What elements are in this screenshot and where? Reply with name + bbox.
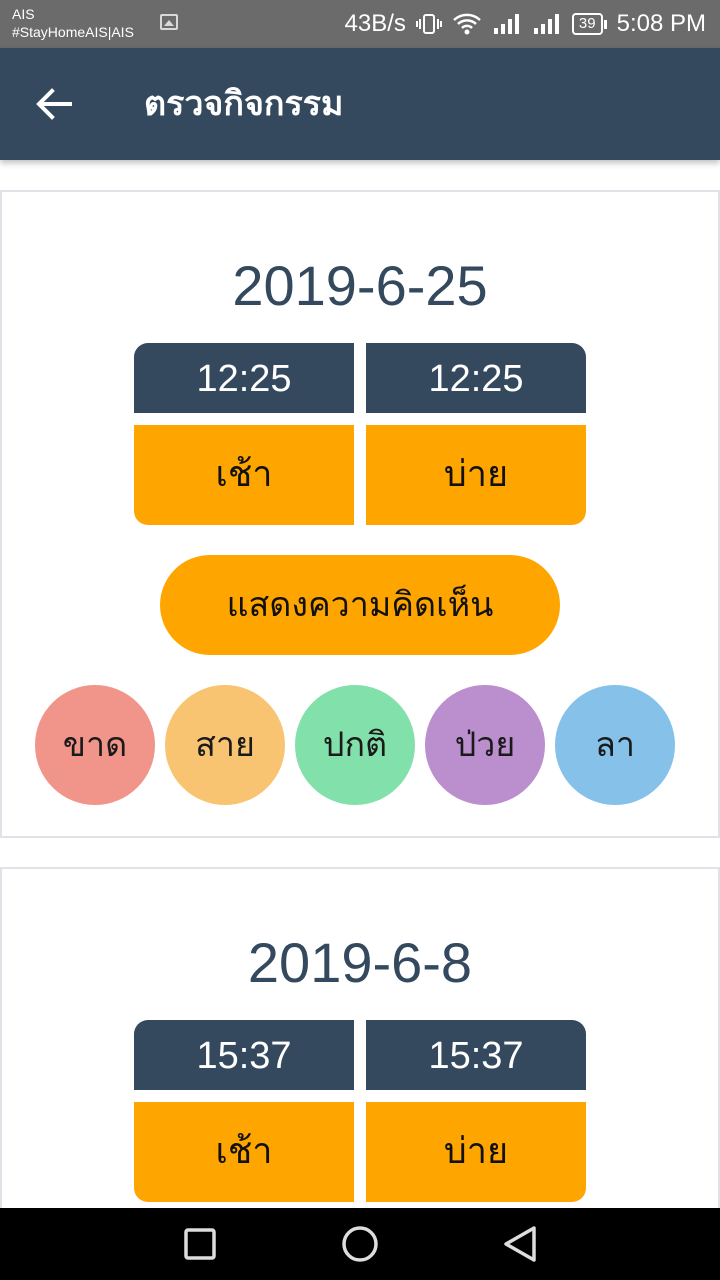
wifi-icon — [452, 12, 482, 36]
morning-time: 12:25 — [134, 343, 354, 413]
show-comment-button[interactable]: แสดงความคิดเห็น — [160, 555, 560, 655]
clock: 5:08 PM — [616, 10, 706, 37]
morning-button[interactable]: เช้า — [134, 425, 354, 525]
activity-card: 2019-6-8 15:37 15:37 เช้า บ่าย — [0, 867, 720, 1267]
signal-icon-2 — [532, 12, 562, 36]
morning-button[interactable]: เช้า — [134, 1102, 354, 1202]
status-normal-button[interactable]: ปกติ — [295, 685, 415, 805]
status-bar: AIS #StayHomeAIS|AIS 43B/s 39 5:08 PM — [0, 0, 720, 48]
carrier-tagline: #StayHomeAIS|AIS — [12, 24, 134, 40]
battery-icon: 39 — [571, 13, 607, 35]
network-speed: 43B/s — [344, 10, 406, 37]
square-recent-icon — [184, 1228, 216, 1260]
triangle-back-icon — [504, 1226, 536, 1262]
carrier-info: AIS #StayHomeAIS|AIS — [12, 5, 134, 41]
home-button[interactable] — [340, 1224, 380, 1264]
status-leave-button[interactable]: ลา — [555, 685, 675, 805]
recent-apps-button[interactable] — [180, 1224, 220, 1264]
morning-time: 15:37 — [134, 1020, 354, 1090]
status-absent-button[interactable]: ขาด — [35, 685, 155, 805]
afternoon-button[interactable]: บ่าย — [366, 425, 586, 525]
afternoon-time: 15:37 — [366, 1020, 586, 1090]
page-title: ตรวจกิจกรรม — [144, 84, 344, 124]
back-nav-button[interactable] — [500, 1224, 540, 1264]
status-late-button[interactable]: สาย — [165, 685, 285, 805]
afternoon-button[interactable]: บ่าย — [366, 1102, 586, 1202]
afternoon-time: 12:25 — [366, 343, 586, 413]
arrow-left-icon — [36, 88, 72, 120]
vibrate-icon — [415, 12, 442, 36]
carrier-name: AIS — [12, 6, 35, 22]
battery-level: 39 — [571, 13, 603, 35]
signal-icon — [492, 12, 522, 36]
activity-card: 2019-6-25 12:25 12:25 เช้า บ่าย แสดงความ… — [0, 190, 720, 838]
gallery-notification-icon — [160, 14, 178, 30]
status-indicators: 43B/s 39 5:08 PM — [345, 0, 706, 48]
system-nav-bar — [0, 1208, 720, 1280]
app-bar: ตรวจกิจกรรม — [0, 48, 720, 160]
status-sick-button[interactable]: ป่วย — [425, 685, 545, 805]
card-date: 2019-6-25 — [232, 254, 488, 317]
card-date: 2019-6-8 — [247, 931, 473, 994]
circle-home-icon — [342, 1226, 378, 1262]
back-button[interactable] — [32, 84, 76, 124]
